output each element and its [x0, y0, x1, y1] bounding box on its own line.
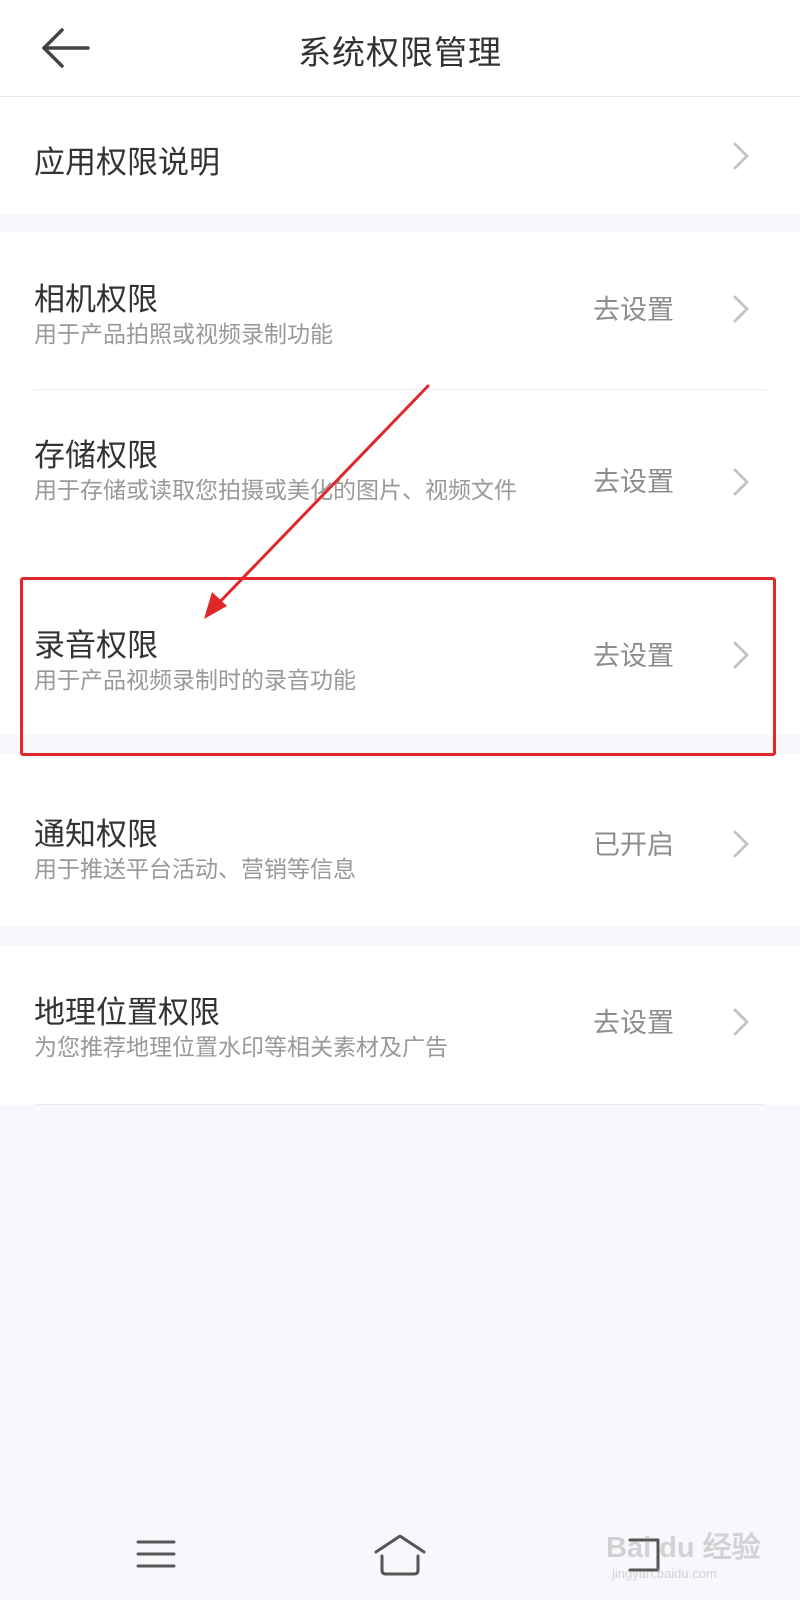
permission-action: 去设置 [593, 641, 674, 672]
divider [34, 1104, 766, 1105]
storage-permission-row[interactable]: 存储权限 用于存储或读取您拍摄或美化的图片、视频文件 去设置 [0, 390, 800, 577]
permission-title: 录音权限 [34, 628, 158, 664]
permissions-section-1: 相机权限 用于产品拍照或视频录制功能 去设置 存储权限 用于存储或读取您拍摄或美… [0, 232, 800, 735]
home-button[interactable] [360, 1530, 440, 1582]
permission-desc: 用于推送平台活动、营销等信息 [34, 857, 356, 883]
chevron-right-icon [733, 641, 749, 669]
back-nav-icon [628, 1538, 660, 1572]
notification-permission-row[interactable]: 通知权限 用于推送平台活动、营销等信息 已开启 [0, 753, 800, 926]
chevron-right-icon [733, 468, 749, 496]
permission-title: 存储权限 [34, 438, 158, 474]
back-nav-button[interactable] [604, 1530, 684, 1582]
system-nav-bar [0, 1490, 800, 1600]
permission-title: 通知权限 [34, 817, 158, 853]
permission-desc: 用于产品拍照或视频录制功能 [34, 322, 333, 348]
camera-permission-row[interactable]: 相机权限 用于产品拍照或视频录制功能 去设置 [0, 232, 800, 389]
menu-icon [136, 1540, 176, 1568]
app-permission-info-row[interactable]: 应用权限说明 [0, 97, 800, 214]
header-bar: 系统权限管理 [0, 0, 800, 97]
permission-action: 去设置 [593, 467, 674, 498]
permission-action: 去设置 [593, 295, 674, 326]
home-icon [374, 1534, 426, 1576]
location-permission-row[interactable]: 地理位置权限 为您推荐地理位置水印等相关素材及广告 去设置 [0, 945, 800, 1104]
app-permission-info-label: 应用权限说明 [34, 145, 220, 181]
permissions-section-3: 地理位置权限 为您推荐地理位置水印等相关素材及广告 去设置 [0, 945, 800, 1105]
chevron-right-icon [733, 830, 749, 858]
permission-title: 相机权限 [34, 282, 158, 318]
permission-action: 去设置 [593, 1008, 674, 1039]
permission-action: 已开启 [593, 830, 674, 861]
chevron-right-icon [733, 142, 749, 170]
page-title: 系统权限管理 [298, 33, 502, 72]
menu-button[interactable] [116, 1530, 196, 1582]
permissions-section-2: 通知权限 用于推送平台活动、营销等信息 已开启 [0, 753, 800, 926]
microphone-permission-row[interactable]: 录音权限 用于产品视频录制时的录音功能 去设置 [0, 578, 800, 735]
permission-desc: 为您推荐地理位置水印等相关素材及广告 [34, 1035, 448, 1061]
permission-title: 地理位置权限 [34, 995, 220, 1031]
permission-desc: 用于存储或读取您拍摄或美化的图片、视频文件 [34, 478, 517, 504]
chevron-right-icon [733, 1008, 749, 1036]
chevron-right-icon [733, 295, 749, 323]
permission-desc: 用于产品视频录制时的录音功能 [34, 668, 356, 694]
intro-section: 应用权限说明 [0, 97, 800, 214]
